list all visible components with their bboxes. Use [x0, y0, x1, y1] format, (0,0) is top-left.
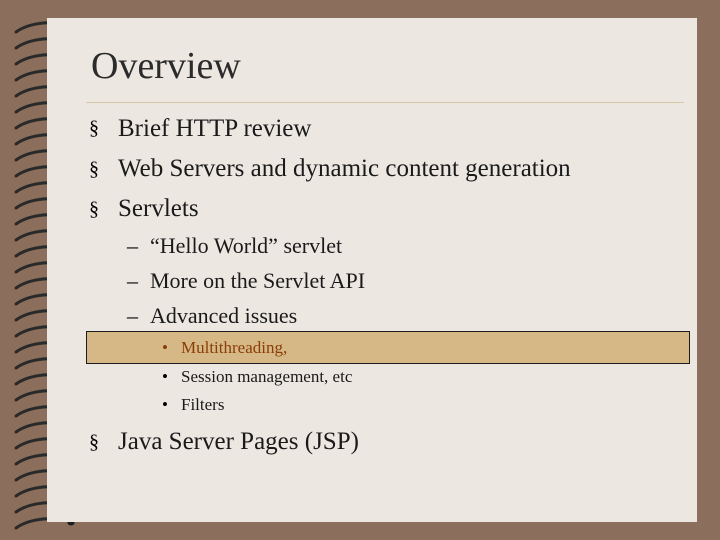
- dash-marker: –: [127, 233, 138, 258]
- dot-marker: •: [162, 395, 168, 414]
- bullet-marker: §: [89, 431, 99, 453]
- sub-bullet-item: “Hello World” servlet: [150, 233, 343, 258]
- dash-marker: –: [127, 268, 138, 293]
- bullet-marker: §: [89, 198, 99, 220]
- dot-marker: •: [162, 367, 168, 386]
- sub-sub-item: Multithreading,: [181, 338, 288, 357]
- sub-sub-item: Filters: [181, 395, 225, 414]
- bullet-item: Brief HTTP review: [118, 115, 312, 142]
- slide-title: Overview: [91, 45, 241, 87]
- dot-marker: •: [162, 338, 168, 357]
- bullet-item: Web Servers and dynamic content generati…: [118, 155, 571, 182]
- sub-sub-item: Session management, etc: [181, 367, 353, 386]
- sub-bullet-item: Advanced issues: [150, 303, 298, 328]
- bullet-marker: §: [89, 158, 99, 180]
- dash-marker: –: [127, 303, 138, 328]
- bullet-item: Java Server Pages (JSP): [118, 428, 359, 455]
- bullet-item: Servlets: [118, 195, 199, 222]
- sub-bullet-item: More on the Servlet API: [150, 268, 366, 293]
- highlight-box: [86, 331, 690, 364]
- title-divider: [86, 102, 684, 103]
- bullet-marker: §: [89, 117, 99, 139]
